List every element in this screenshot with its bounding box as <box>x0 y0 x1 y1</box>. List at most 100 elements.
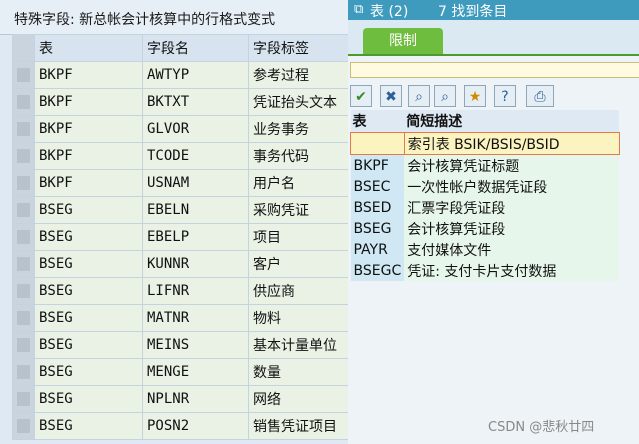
row-selector[interactable] <box>12 358 35 386</box>
cell-field: TCODE <box>142 142 249 170</box>
hit-cell-description: 会计核算凭证段 <box>404 218 620 239</box>
cell-field: MATNR <box>142 304 249 332</box>
hit-list-row[interactable]: BKPF 会计核算凭证标题 <box>350 154 620 176</box>
table-row[interactable]: BKPF AWTYP 参考过程 <box>12 61 349 89</box>
hit-list-row[interactable]: BSED 汇票字段凭证段 <box>350 197 620 218</box>
row-selector[interactable] <box>12 304 35 332</box>
background-title: 特殊字段: 新总帐会计核算中的行格式变式 <box>14 12 276 28</box>
hit-cell-description: 会计核算凭证标题 <box>404 154 620 176</box>
field-table-header: 表 字段名 字段标签 <box>12 34 349 62</box>
binoculars-icon[interactable]: ⌕ <box>408 85 430 107</box>
row-selector[interactable] <box>12 88 35 116</box>
cell-label: 销售凭证项目 <box>248 412 349 440</box>
row-selector[interactable] <box>12 412 35 440</box>
cell-field: AWTYP <box>142 61 249 89</box>
row-selector[interactable] <box>12 61 35 89</box>
table-row[interactable]: BSEG MATNR 物料 <box>12 304 349 332</box>
row-selector[interactable] <box>12 250 35 278</box>
popup-title: 表 (2) <box>370 4 409 20</box>
cell-label: 供应商 <box>248 277 349 305</box>
background-title-bar: 特殊字段: 新总帐会计核算中的行格式变式 <box>0 0 360 35</box>
table-row[interactable]: BSEG MEINS 基本计量单位 <box>12 331 349 359</box>
hit-column-description[interactable]: 简短描述 <box>404 110 620 133</box>
column-header-field[interactable]: 字段名 <box>142 34 249 62</box>
hit-list-row[interactable]: BSEC 一次性帐户数据凭证段 <box>350 176 620 197</box>
table-row[interactable]: BSEG NPLNR 网络 <box>12 385 349 413</box>
hit-cell-description: 索引表 BSIK/BSIS/BSID <box>403 132 620 155</box>
hit-cell-description: 汇票字段凭证段 <box>404 197 620 218</box>
popup-found-count: 7 找到条目 <box>438 4 508 20</box>
cell-table: BSEG <box>34 223 143 251</box>
hit-cell-table: BKPF <box>350 154 405 176</box>
cell-label: 项目 <box>248 223 349 251</box>
popup-tabstrip: 限制 <box>348 20 639 56</box>
row-selector[interactable] <box>12 169 35 197</box>
table-row[interactable]: BSEG MENGE 数量 <box>12 358 349 386</box>
cell-field: LIFNR <box>142 277 249 305</box>
table-row[interactable]: BSEG KUNNR 客户 <box>12 250 349 278</box>
table-row[interactable]: BKPF TCODE 事务代码 <box>12 142 349 170</box>
print-icon[interactable]: ⎙ <box>526 85 554 107</box>
hit-cell-table: BSEC <box>350 176 405 197</box>
table-row[interactable]: BSEG LIFNR 供应商 <box>12 277 349 305</box>
cell-label: 客户 <box>248 250 349 278</box>
row-selector[interactable] <box>12 196 35 224</box>
cell-table: BSEG <box>34 250 143 278</box>
cell-table: BKPF <box>34 88 143 116</box>
hit-cell-table: BSED <box>350 197 405 218</box>
hit-column-table[interactable]: 表 <box>350 110 405 133</box>
cell-table: BKPF <box>34 61 143 89</box>
close-icon[interactable]: ✖ <box>380 85 402 107</box>
tab-restrictions[interactable]: 限制 <box>363 28 443 54</box>
hit-cell-table: BSEG <box>350 218 405 239</box>
cell-table: BSEG <box>34 304 143 332</box>
row-selector-header[interactable] <box>12 34 35 62</box>
cell-field: EBELP <box>142 223 249 251</box>
hit-list-row[interactable]: 索引表 BSIK/BSIS/BSID <box>350 132 620 155</box>
cell-label: 采购凭证 <box>248 196 349 224</box>
hit-list-row[interactable]: BSEG 会计核算凭证段 <box>350 218 620 239</box>
hit-list-row[interactable]: BSEGC 凭证: 支付卡片支付数据 <box>350 260 620 281</box>
restriction-input[interactable] <box>350 62 639 78</box>
row-selector[interactable] <box>12 223 35 251</box>
help-icon[interactable]: ? <box>494 85 516 107</box>
cell-label: 用户名 <box>248 169 349 197</box>
cell-table: BKPF <box>34 169 143 197</box>
cell-label: 物料 <box>248 304 349 332</box>
cell-label: 参考过程 <box>248 61 349 89</box>
row-selector[interactable] <box>12 115 35 143</box>
cell-field: GLVOR <box>142 115 249 143</box>
cell-label: 网络 <box>248 385 349 413</box>
favorite-add-icon[interactable]: ★ <box>464 85 486 107</box>
table-row[interactable]: BSEG EBELN 采购凭证 <box>12 196 349 224</box>
popup-toolbar: ✔ ✖ ⌕ ⌕ ★ ? ⎙ <box>350 84 639 108</box>
cell-table: BKPF <box>34 115 143 143</box>
column-header-label[interactable]: 字段标签 <box>248 34 349 62</box>
table-row[interactable]: BSEG POSN2 销售凭证项目 <box>12 412 349 440</box>
row-selector[interactable] <box>12 331 35 359</box>
row-selector[interactable] <box>12 277 35 305</box>
cell-field: KUNNR <box>142 250 249 278</box>
cell-table: BSEG <box>34 412 143 440</box>
checkmark-icon[interactable]: ✔ <box>350 85 372 107</box>
table-row[interactable]: BKPF GLVOR 业务事务 <box>12 115 349 143</box>
cell-table: BSEG <box>34 277 143 305</box>
table-row[interactable]: BSEG EBELP 项目 <box>12 223 349 251</box>
cell-label: 事务代码 <box>248 142 349 170</box>
cell-table: BKPF <box>34 142 143 170</box>
hit-cell-description: 支付媒体文件 <box>404 239 620 260</box>
hit-list-row[interactable]: PAYR 支付媒体文件 <box>350 239 620 260</box>
table-row[interactable]: BKPF USNAM 用户名 <box>12 169 349 197</box>
row-selector[interactable] <box>12 142 35 170</box>
cell-field: BKTXT <box>142 88 249 116</box>
column-header-table[interactable]: 表 <box>34 34 143 62</box>
binoculars-next-icon[interactable]: ⌕ <box>434 85 456 107</box>
cell-table: BSEG <box>34 331 143 359</box>
cell-field: MENGE <box>142 358 249 386</box>
watermark: CSDN @悲秋廿四 <box>488 420 595 435</box>
table-row[interactable]: BKPF BKTXT 凭证抬头文本 <box>12 88 349 116</box>
field-table: 表 字段名 字段标签 BKPF AWTYP 参考过程 BKPF BKTXT 凭证抬头文本 B… <box>12 34 349 440</box>
popup-window-icon: ⧉ <box>354 2 364 17</box>
cell-field: EBELN <box>142 196 249 224</box>
row-selector[interactable] <box>12 385 35 413</box>
